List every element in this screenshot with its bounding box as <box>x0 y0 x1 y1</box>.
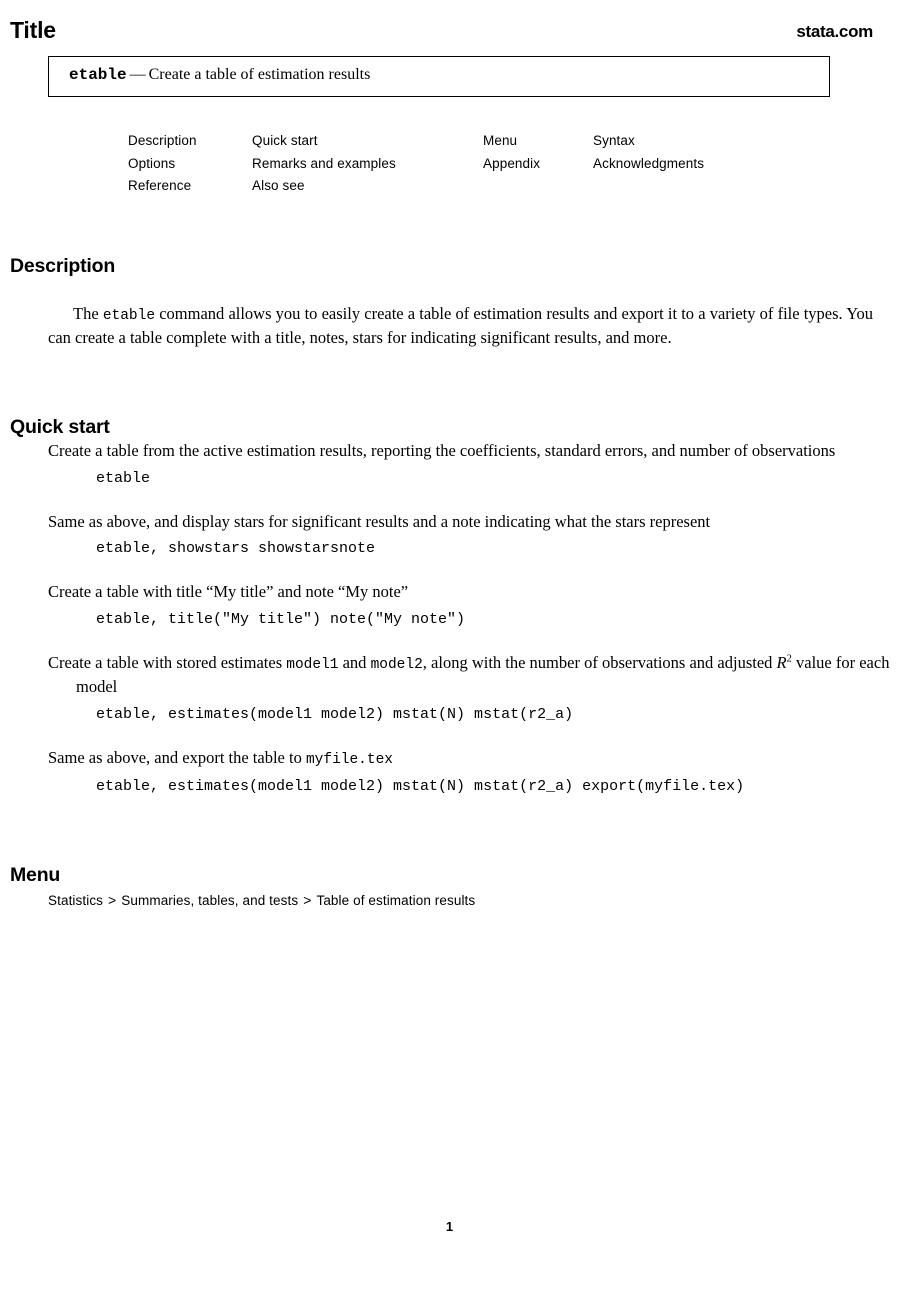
quick-start-text: Same as above, and display stars for sig… <box>48 511 711 531</box>
section-heading-menu: Menu <box>10 864 61 887</box>
breadcrumb-item-summaries[interactable]: Summaries, tables, and tests <box>121 893 298 908</box>
section-heading-description: Description <box>10 255 116 278</box>
description-paragraph: The etable command allows you to easily … <box>48 303 873 350</box>
quick-start-text: Create a table from the active estimatio… <box>48 441 836 460</box>
page-title: Title <box>10 17 56 43</box>
quick-start-code: etable, showstars showstarsnote <box>96 540 376 557</box>
description-text-rest: command allows you to easily create a ta… <box>48 303 873 348</box>
quick-start-code: etable, estimates(model1 model2) mstat(N… <box>96 778 745 795</box>
quick-start-text: Same as above, and export the table to m… <box>48 747 899 772</box>
qs-inline-code-model1: model1 <box>286 656 339 673</box>
quick-start-entry: Create a table with title “My title” and… <box>48 581 873 631</box>
nav-link-options[interactable]: Options <box>128 156 175 171</box>
description-text-lead: The <box>73 303 103 323</box>
stata-com-link[interactable]: stata.com <box>796 22 873 42</box>
document-page: Title stata.com etable — Create a table of… <box>0 0 899 1315</box>
nav-link-appendix[interactable]: Appendix <box>483 156 540 171</box>
math-r-squared: R2 <box>777 653 792 672</box>
quick-start-entry: Create a table with stored estimates mod… <box>48 652 889 726</box>
nav-row: Description Quick start Menu Syntax <box>128 130 768 153</box>
section-nav-links: Description Quick start Menu Syntax Opti… <box>128 130 768 198</box>
qs-inline-code-model2: model2 <box>370 656 423 673</box>
nav-link-reference[interactable]: Reference <box>128 178 191 193</box>
quick-start-list: Create a table from the active estimatio… <box>48 440 889 799</box>
page-header: Title stata.com <box>0 16 899 48</box>
math-r-base: R <box>776 652 787 672</box>
quick-start-code: etable, estimates(model1 model2) mstat(N… <box>96 705 574 723</box>
command-title-text: etable — Create a table of estimation resu… <box>69 66 370 84</box>
command-title-box: etable — Create a table of estimation resu… <box>48 56 830 97</box>
breadcrumb-item-statistics[interactable]: Statistics <box>48 893 103 908</box>
command-description: Create a table of estimation results <box>148 66 371 83</box>
qs-inline-code-myfile: myfile.tex <box>305 751 393 768</box>
nav-row: Reference Also see <box>128 175 768 198</box>
quick-start-entry: Create a table from the active estimatio… <box>48 440 873 490</box>
nav-link-also-see[interactable]: Also see <box>252 178 305 193</box>
breadcrumb-item-table-of-estimation-results[interactable]: Table of estimation results <box>316 893 475 908</box>
nav-link-acknowledgments[interactable]: Acknowledgments <box>593 156 704 171</box>
qs-text-segment: Same as above, and export the table to <box>48 747 306 767</box>
nav-link-menu[interactable]: Menu <box>483 133 517 148</box>
command-name: etable <box>69 66 127 84</box>
page-number: 1 <box>445 1219 454 1234</box>
nav-link-description[interactable]: Description <box>128 133 197 148</box>
nav-link-syntax[interactable]: Syntax <box>593 133 635 148</box>
breadcrumb-separator: > <box>108 892 117 908</box>
quick-start-entry: Same as above, and display stars for sig… <box>48 511 873 561</box>
qs-text-segment: Create a table with stored estimates <box>48 652 287 672</box>
menu-breadcrumb: Statistics > Summaries, tables, and tests >… <box>48 890 475 911</box>
description-inline-command: etable <box>102 307 156 324</box>
nav-link-remarks-and-examples[interactable]: Remarks and examples <box>252 156 396 171</box>
section-heading-quick-start: Quick start <box>10 416 110 439</box>
quick-start-code: etable, title("My title") note("My note"… <box>96 610 466 628</box>
quick-start-text: Create a table with title “My title” and… <box>48 582 409 601</box>
quick-start-code: etable <box>96 469 151 487</box>
qs-text-segment: , along with the number of observations … <box>422 652 777 672</box>
quick-start-text: Create a table with stored estimates mod… <box>48 652 899 699</box>
nav-link-quick-start[interactable]: Quick start <box>252 133 318 148</box>
breadcrumb-separator: > <box>303 892 312 908</box>
qs-text-segment: and <box>338 652 371 672</box>
nav-row: Options Remarks and examples Appendix Ac… <box>128 153 768 176</box>
quick-start-entry: Same as above, and export the table to m… <box>48 747 873 799</box>
em-dash: — <box>129 66 146 83</box>
